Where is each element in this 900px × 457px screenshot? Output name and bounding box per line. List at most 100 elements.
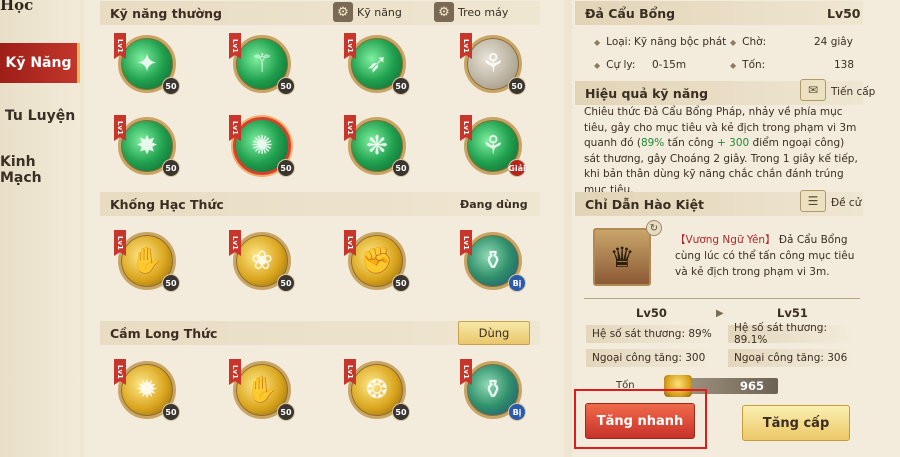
auto-battle-button[interactable]: ⚙ Treo máy	[434, 1, 508, 23]
stat-type-label: Loại:	[606, 36, 632, 48]
hero-portrait[interactable]: ♛	[593, 228, 651, 286]
skill-slot[interactable]: ✹ Lv1 50	[114, 359, 180, 421]
stat-type-value: Kỹ năng bộc phát	[634, 36, 727, 48]
skill-badge: 50	[508, 77, 526, 95]
section-khong-hac-title: Khống Hạc Thức	[110, 196, 224, 212]
section-normal-title: Kỹ năng thường	[110, 5, 222, 21]
current-damage: Hệ số sát thương: 89%	[586, 325, 714, 343]
stat-range-label: Cự ly:	[606, 59, 636, 71]
next-level: Lv51	[777, 306, 808, 320]
in-use-status: Đang dùng	[460, 197, 528, 211]
next-external: Ngoại công tăng: 306	[728, 349, 856, 367]
level-tag: Lv1	[460, 33, 472, 59]
skill-slot[interactable]: ✦ Lv1 50	[114, 33, 180, 95]
auto-battle-label: Treo máy	[458, 5, 509, 19]
skill-slot[interactable]: ❂ Lv1 50	[344, 359, 410, 421]
stat-wait-label: Chờ:	[742, 36, 767, 48]
left-nav: Học Kỹ Năng Tu Luyện Kinh Mạch	[0, 0, 80, 457]
skill-badge: 50	[162, 274, 180, 292]
skill-detail-header: Đả Cẩu Bổng Lv50	[575, 1, 863, 25]
upgrade-cost-label: Tốn	[616, 380, 635, 391]
desc-highlight: 89%	[640, 137, 665, 149]
skill-slot[interactable]: ➶ Lv1 50	[344, 33, 410, 95]
skill-slot-selected[interactable]: ✺ Lv1 50	[229, 115, 295, 177]
skill-slot[interactable]: ⚘ Lv1 Giải	[460, 115, 526, 177]
skill-settings-label: Kỹ năng	[357, 5, 402, 19]
diamond-icon: ◆	[594, 38, 601, 47]
section-cam-long-title: Cầm Long Thức	[110, 325, 218, 341]
skill-slot[interactable]: ⚱ Lv1 Bị	[460, 359, 526, 421]
skill-badge: 50	[392, 159, 410, 177]
skill-slot[interactable]: ⚱ Lv1 Bị	[460, 230, 526, 292]
quick-upgrade-button[interactable]: Tăng nhanh	[585, 403, 695, 439]
skill-slot[interactable]: ✋ Lv1 50	[229, 359, 295, 421]
next-damage: Hệ số sát thương: 89.1%	[728, 322, 856, 346]
level-tag: Lv1	[114, 33, 126, 59]
skill-badge: 50	[392, 77, 410, 95]
list-icon[interactable]: ☰	[800, 190, 826, 212]
section-khong-hac: Khống Hạc Thức Đang dùng	[100, 192, 540, 216]
skill-description: Chiêu thức Đả Cẩu Bổng Pháp, nhảy về phí…	[584, 105, 859, 198]
skill-level: Lv50	[827, 5, 861, 21]
skill-badge: 50	[277, 403, 295, 421]
nav-title: Học	[0, 0, 34, 14]
skill-badge: 50	[277, 77, 295, 95]
skill-badge: Giải	[508, 159, 526, 177]
skill-badge: 50	[277, 274, 295, 292]
use-stance-button[interactable]: Dùng	[458, 321, 530, 345]
scroll-icon[interactable]: ✉	[800, 79, 826, 101]
level-tag: Lv1	[344, 33, 356, 59]
level-tag: Lv1	[229, 33, 241, 59]
stat-cost: ◆ Tốn:	[730, 59, 765, 71]
guide-title: Chỉ Dẫn Hào Kiệt	[585, 196, 705, 212]
skill-slot[interactable]: ⚚ Lv1 50	[229, 33, 295, 95]
diamond-icon: ◆	[730, 38, 737, 47]
skill-badge: 50	[162, 403, 180, 421]
recommend-label[interactable]: Đề cử	[831, 197, 861, 209]
advance-label[interactable]: Tiến cấp	[831, 86, 875, 98]
skill-badge: 50	[277, 159, 295, 177]
refresh-icon[interactable]: ↻	[646, 220, 662, 236]
hero-name: 【Vương Ngữ Yên】	[675, 234, 776, 246]
skill-slot[interactable]: ⚘ Lv1 50	[460, 33, 526, 95]
nav-item-kinh-mach[interactable]: Kinh Mạch	[0, 150, 80, 190]
current-external: Ngoại công tăng: 300	[586, 349, 714, 367]
effect-title: Hiệu quả kỹ năng	[585, 85, 709, 101]
skill-badge: 50	[392, 403, 410, 421]
skill-slot[interactable]: ❀ Lv1 50	[229, 230, 295, 292]
skill-badge: 50	[162, 77, 180, 95]
stat-range-value: 0-15m	[652, 59, 687, 71]
skill-badge: 50	[162, 159, 180, 177]
desc-part: tấn công	[664, 137, 718, 149]
skill-slot[interactable]: ✊ Lv1 50	[344, 230, 410, 292]
gear-icon: ⚙	[434, 2, 454, 22]
skill-badge: Bị	[508, 403, 526, 421]
skill-settings-button[interactable]: ⚙ Kỹ năng	[333, 1, 402, 23]
nav-item-ky-nang[interactable]: Kỹ Năng	[0, 43, 80, 83]
gear-icon: ⚙	[333, 2, 353, 22]
divider	[584, 298, 860, 299]
section-normal-skills: Kỹ năng thường ⚙ Kỹ năng ⚙ Treo máy	[100, 1, 540, 25]
upgrade-cost-value: 965	[690, 378, 778, 394]
arrow-right-icon: ▶	[716, 308, 724, 319]
desc-highlight: + 300	[717, 137, 750, 149]
stat-wait: ◆ Chờ:	[730, 36, 766, 48]
nav-item-tu-luyen[interactable]: Tu Luyện	[0, 96, 80, 136]
skill-name: Đả Cẩu Bổng	[585, 5, 676, 21]
skill-badge: 50	[392, 274, 410, 292]
diamond-icon: ◆	[594, 61, 601, 70]
stat-range: ◆ Cự ly:	[594, 59, 635, 71]
skill-slot[interactable]: ✋ Lv1 50	[114, 230, 180, 292]
skill-slot[interactable]: ❋ Lv1 50	[344, 115, 410, 177]
stat-wait-value: 24 giây	[814, 36, 853, 48]
current-level: Lv50	[636, 306, 667, 320]
gold-ingot-icon	[664, 375, 692, 397]
stat-cost-value: 138	[834, 59, 855, 71]
stat-cost-label: Tốn:	[742, 59, 766, 71]
stat-type: ◆ Loại:	[594, 36, 631, 48]
diamond-icon: ◆	[730, 61, 737, 70]
level-up-button[interactable]: Tăng cấp	[742, 405, 850, 441]
hero-description: 【Vương Ngữ Yên】 Đả Cẩu Bổng cùng lúc có …	[675, 232, 855, 280]
skill-badge: Bị	[508, 274, 526, 292]
skill-slot[interactable]: ✸ Lv1 50	[114, 115, 180, 177]
